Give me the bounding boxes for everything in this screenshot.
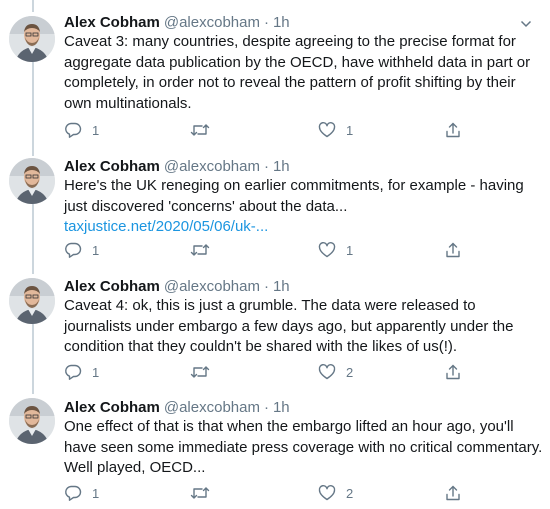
tweet-actions: 1 1 xyxy=(64,120,524,140)
chevron-down-icon[interactable] xyxy=(520,18,532,30)
tweet-link[interactable]: taxjustice.net/2020/05/06/uk-... xyxy=(64,217,544,238)
avatar[interactable] xyxy=(9,16,55,62)
avatar-photo xyxy=(9,16,55,62)
tweet-body: Here's the UK reneging on earlier commit… xyxy=(64,177,524,215)
like-count: 1 xyxy=(346,122,354,138)
tweet-time[interactable]: 1h xyxy=(273,158,290,175)
share-button[interactable] xyxy=(444,240,462,260)
reply-button[interactable]: 1 xyxy=(64,362,99,382)
reply-count: 1 xyxy=(92,242,100,258)
author-name[interactable]: Alex Cobham xyxy=(64,158,160,175)
tweet[interactable]: Alex Cobham @alexcobham · 1h Caveat 3: many… xyxy=(0,12,550,142)
retweet-button[interactable] xyxy=(190,362,220,382)
avatar[interactable] xyxy=(9,398,55,444)
tweet[interactable]: Alex Cobham @alexcobham · 1h Caveat 4: ok, … xyxy=(0,276,550,386)
avatar[interactable] xyxy=(9,278,55,324)
heart-icon xyxy=(318,364,336,380)
share-icon xyxy=(446,485,460,501)
reply-icon xyxy=(65,242,82,258)
like-button[interactable]: 2 xyxy=(318,483,353,503)
author-name[interactable]: Alex Cobham xyxy=(64,14,160,31)
retweet-button[interactable] xyxy=(190,120,220,140)
avatar-photo xyxy=(9,278,55,324)
author-handle[interactable]: @alexcobham xyxy=(164,158,260,175)
tweet-text: Caveat 4: ok, this is just a grumble. Th… xyxy=(64,296,544,358)
separator-dot: · xyxy=(263,399,269,416)
share-button[interactable] xyxy=(444,362,462,382)
tweet-thread: Alex Cobham @alexcobham · 1h Caveat 3: many… xyxy=(0,0,550,509)
heart-icon xyxy=(318,242,336,258)
avatar-photo xyxy=(9,398,55,444)
tweet-time[interactable]: 1h xyxy=(273,14,290,31)
share-button[interactable] xyxy=(444,483,462,503)
like-count: 2 xyxy=(346,485,354,501)
reply-count: 1 xyxy=(92,364,100,380)
avatar[interactable] xyxy=(9,158,55,204)
retweet-icon xyxy=(190,366,210,378)
heart-icon xyxy=(318,485,336,501)
share-icon xyxy=(446,364,460,380)
tweet-body: One effect of that is that when the emba… xyxy=(64,418,543,476)
author-handle[interactable]: @alexcobham xyxy=(164,399,260,416)
like-count: 1 xyxy=(346,242,354,258)
reply-button[interactable]: 1 xyxy=(64,483,99,503)
tweet-actions: 1 1 xyxy=(64,240,524,260)
tweet-time[interactable]: 1h xyxy=(273,399,290,416)
tweet-time[interactable]: 1h xyxy=(273,278,290,295)
tweet[interactable]: Alex Cobham @alexcobham · 1h One effect of … xyxy=(0,397,550,507)
tweet-header: Alex Cobham @alexcobham · 1h xyxy=(64,12,290,34)
like-button[interactable]: 1 xyxy=(318,120,353,140)
reply-button[interactable]: 1 xyxy=(64,120,99,140)
separator-dot: · xyxy=(263,278,269,295)
tweet-header: Alex Cobham @alexcobham · 1h xyxy=(64,156,290,178)
retweet-icon xyxy=(190,487,210,499)
avatar-photo xyxy=(9,158,55,204)
separator-dot: · xyxy=(263,158,269,175)
reply-button[interactable]: 1 xyxy=(64,240,99,260)
reply-icon xyxy=(65,364,82,380)
heart-icon xyxy=(318,122,336,138)
like-button[interactable]: 2 xyxy=(318,362,353,382)
tweet-text: One effect of that is that when the emba… xyxy=(64,417,544,479)
tweet-header: Alex Cobham @alexcobham · 1h xyxy=(64,276,290,298)
separator-dot: · xyxy=(263,14,269,31)
reply-icon xyxy=(65,122,82,138)
tweet-header: Alex Cobham @alexcobham · 1h xyxy=(64,397,290,419)
reply-count: 1 xyxy=(92,485,100,501)
retweet-icon xyxy=(190,124,210,136)
author-handle[interactable]: @alexcobham xyxy=(164,14,260,31)
share-icon xyxy=(446,122,460,138)
like-count: 2 xyxy=(346,364,354,380)
retweet-button[interactable] xyxy=(190,240,220,260)
tweet-body: Caveat 3: many countries, despite agreei… xyxy=(64,33,531,112)
retweet-button[interactable] xyxy=(190,483,220,503)
author-name[interactable]: Alex Cobham xyxy=(64,278,160,295)
like-button[interactable]: 1 xyxy=(318,240,353,260)
tweet-actions: 1 2 xyxy=(64,362,524,382)
tweet-text: Caveat 3: many countries, despite agreei… xyxy=(64,32,544,114)
retweet-icon xyxy=(190,244,210,256)
author-name[interactable]: Alex Cobham xyxy=(64,399,160,416)
thread-connector xyxy=(32,0,34,12)
tweet-text: Here's the UK reneging on earlier commit… xyxy=(64,176,544,238)
share-button[interactable] xyxy=(444,120,462,140)
tweet[interactable]: Alex Cobham @alexcobham · 1h Here's the UK … xyxy=(0,156,550,266)
reply-icon xyxy=(65,485,82,501)
tweet-body: Caveat 4: ok, this is just a grumble. Th… xyxy=(64,297,514,355)
reply-count: 1 xyxy=(92,122,100,138)
share-icon xyxy=(446,242,460,258)
author-handle[interactable]: @alexcobham xyxy=(164,278,260,295)
tweet-actions: 1 2 xyxy=(64,483,524,503)
